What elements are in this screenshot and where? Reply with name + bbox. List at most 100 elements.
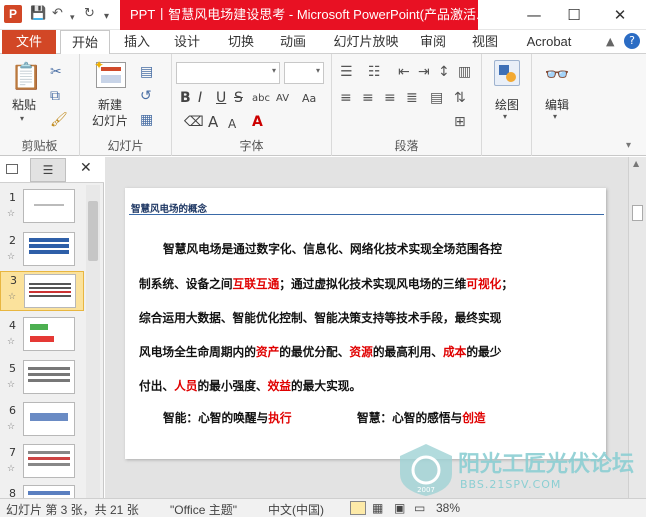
- numbering-icon[interactable]: ☷: [368, 64, 381, 80]
- grow-font-button[interactable]: A: [208, 114, 218, 130]
- body-line-5[interactable]: 付出、人员的最小强度、效益的最大实现。: [139, 377, 361, 394]
- align-left-icon[interactable]: ≡: [340, 90, 352, 106]
- layout-icon[interactable]: ▤: [140, 64, 153, 80]
- increase-indent-icon[interactable]: ⇥: [418, 64, 430, 80]
- scrollbar-thumb[interactable]: [88, 201, 98, 261]
- collapse-ribbon-icon[interactable]: ▲: [606, 35, 614, 48]
- clear-formatting-icon[interactable]: ⌫: [184, 114, 204, 130]
- slide-title[interactable]: 智慧风电场的概念: [131, 201, 207, 215]
- tab-slideshow[interactable]: 幻灯片放映: [330, 30, 402, 54]
- save-icon[interactable]: 💾: [30, 6, 46, 22]
- close-button[interactable]: ✕: [600, 0, 640, 30]
- help-icon[interactable]: ?: [624, 33, 640, 49]
- customize-quick-access-icon[interactable]: ▾: [104, 9, 109, 25]
- shadow-button[interactable]: abc: [252, 91, 270, 107]
- text-direction-icon[interactable]: ⇅: [454, 90, 466, 106]
- zoom-level[interactable]: 38%: [436, 501, 460, 515]
- binoculars-icon[interactable]: 👓: [544, 62, 570, 86]
- sparkle-icon: ✦: [94, 58, 105, 72]
- slideshow-view-icon[interactable]: ▭: [414, 501, 425, 515]
- thumbnail-slide-8[interactable]: 8: [0, 485, 84, 498]
- copy-icon[interactable]: ⧉: [50, 88, 60, 104]
- body-line-4[interactable]: 风电场全生命周期内的资产的最优分配、资源的最高利用、成本的最少: [139, 343, 501, 360]
- watermark-url: BBS.21SPV.COM: [460, 478, 562, 491]
- reading-view-icon[interactable]: ▣: [394, 501, 405, 515]
- editor-scrollbar-thumb[interactable]: [632, 205, 643, 221]
- reset-icon[interactable]: ↺: [140, 88, 152, 104]
- outline-tab-icon[interactable]: ☰: [30, 158, 66, 182]
- shapes-icon[interactable]: [494, 60, 520, 86]
- character-spacing-button[interactable]: AV: [276, 91, 289, 107]
- thumbnail-scrollbar[interactable]: [86, 185, 100, 498]
- body-line-6b[interactable]: 智慧：心智的感悟与创造: [357, 409, 486, 426]
- italic-button[interactable]: I: [198, 90, 202, 106]
- section-icon[interactable]: ▦: [140, 112, 153, 128]
- tab-acrobat[interactable]: Acrobat: [518, 30, 580, 54]
- body-line-1[interactable]: 智慧风电场是通过数字化、信息化、网络化技术实现全场范围各控: [163, 240, 502, 257]
- thumbnail-slide-2[interactable]: 2 ☆: [0, 232, 84, 270]
- drawing-button[interactable]: 绘图: [482, 96, 532, 113]
- smartart-icon[interactable]: ⊞: [454, 114, 466, 130]
- tab-insert[interactable]: 插入: [116, 30, 158, 54]
- decrease-indent-icon[interactable]: ⇤: [398, 64, 410, 80]
- slides-tab-icon[interactable]: [6, 164, 18, 174]
- highlight-text: 人员: [174, 379, 198, 393]
- align-center-icon[interactable]: ≡: [362, 90, 374, 106]
- font-color-icon[interactable]: A: [252, 114, 263, 130]
- tab-file[interactable]: 文件: [2, 30, 56, 54]
- strikethrough-button[interactable]: S: [234, 90, 243, 106]
- powerpoint-app-icon[interactable]: P: [4, 5, 22, 23]
- tab-home[interactable]: 开始: [60, 30, 110, 55]
- maximize-button[interactable]: ☐: [554, 0, 594, 30]
- thumbnail-slide-3[interactable]: 3 ☆: [0, 271, 84, 311]
- body-line-3[interactable]: 综合运用大数据、智能优化控制、智能决策支持等技术手段，最终实现: [139, 309, 501, 326]
- slide-sorter-icon[interactable]: ▦: [372, 501, 383, 515]
- paste-dropdown-icon[interactable]: ▾: [20, 114, 24, 123]
- underline-button[interactable]: U: [216, 90, 226, 106]
- undo-icon[interactable]: ↶: [52, 6, 63, 22]
- new-slide-label[interactable]: 新建: [88, 96, 132, 113]
- editing-dropdown-icon[interactable]: ▾: [553, 112, 557, 121]
- editing-button[interactable]: 编辑: [532, 96, 582, 113]
- tab-animations[interactable]: 动画: [272, 30, 314, 54]
- close-pane-icon[interactable]: ✕: [80, 160, 92, 176]
- body-line-2[interactable]: 制系统、设备之间互联互通；通过虚拟化技术实现风电场的三维可视化；: [139, 275, 513, 292]
- tab-view[interactable]: 视图: [464, 30, 506, 54]
- ribbon-scroll-icon[interactable]: ▾: [626, 140, 631, 151]
- current-slide[interactable]: 智慧风电场的概念 智慧风电场是通过数字化、信息化、网络化技术实现全场范围各控 制…: [125, 188, 606, 459]
- thumbnail-slide-5[interactable]: 5 ☆: [0, 360, 84, 398]
- undo-dropdown-icon[interactable]: ▾: [70, 10, 75, 26]
- thumbnail-slide-7[interactable]: 7 ☆: [0, 444, 84, 482]
- line-spacing-icon[interactable]: ↕: [438, 64, 450, 80]
- distribute-icon[interactable]: ▤: [430, 90, 443, 106]
- justify-icon[interactable]: ≣: [406, 90, 418, 106]
- columns-icon[interactable]: ▥: [458, 64, 471, 80]
- cut-icon[interactable]: ✂: [50, 64, 62, 80]
- align-right-icon[interactable]: ≡: [384, 90, 396, 106]
- thumbnail-slide-4[interactable]: 4 ☆: [0, 317, 84, 355]
- drawing-dropdown-icon[interactable]: ▾: [503, 112, 507, 121]
- scroll-up-icon[interactable]: ▲: [633, 159, 639, 168]
- paste-button[interactable]: 粘贴: [6, 96, 42, 113]
- bold-button[interactable]: B: [180, 90, 191, 106]
- highlight-text: 可视化: [466, 277, 502, 291]
- change-case-button[interactable]: Aa: [302, 91, 316, 107]
- new-slide-label-2[interactable]: 幻灯片: [84, 112, 136, 129]
- thumbnail-slide-6[interactable]: 6 ☆: [0, 402, 84, 440]
- redo-icon[interactable]: ↻: [84, 6, 95, 22]
- tab-design[interactable]: 设计: [166, 30, 208, 54]
- language-status[interactable]: 中文(中国): [268, 501, 324, 518]
- tab-transitions[interactable]: 切换: [220, 30, 262, 54]
- tab-review[interactable]: 审阅: [412, 30, 454, 54]
- normal-view-icon[interactable]: [350, 501, 366, 515]
- font-size-input[interactable]: ▾: [284, 62, 324, 84]
- format-painter-icon[interactable]: 🖌: [50, 112, 68, 128]
- body-line-6a[interactable]: 智能：心智的唤醒与执行: [163, 409, 292, 426]
- font-name-input[interactable]: ▾: [176, 62, 280, 84]
- paste-icon[interactable]: 📋: [10, 60, 42, 94]
- theme-name[interactable]: "Office 主题": [170, 501, 237, 518]
- minimize-button[interactable]: —: [514, 0, 554, 30]
- bullets-icon[interactable]: ☰: [340, 64, 353, 80]
- thumbnail-slide-1[interactable]: 1 ☆: [0, 189, 84, 227]
- shrink-font-button[interactable]: A: [228, 116, 236, 132]
